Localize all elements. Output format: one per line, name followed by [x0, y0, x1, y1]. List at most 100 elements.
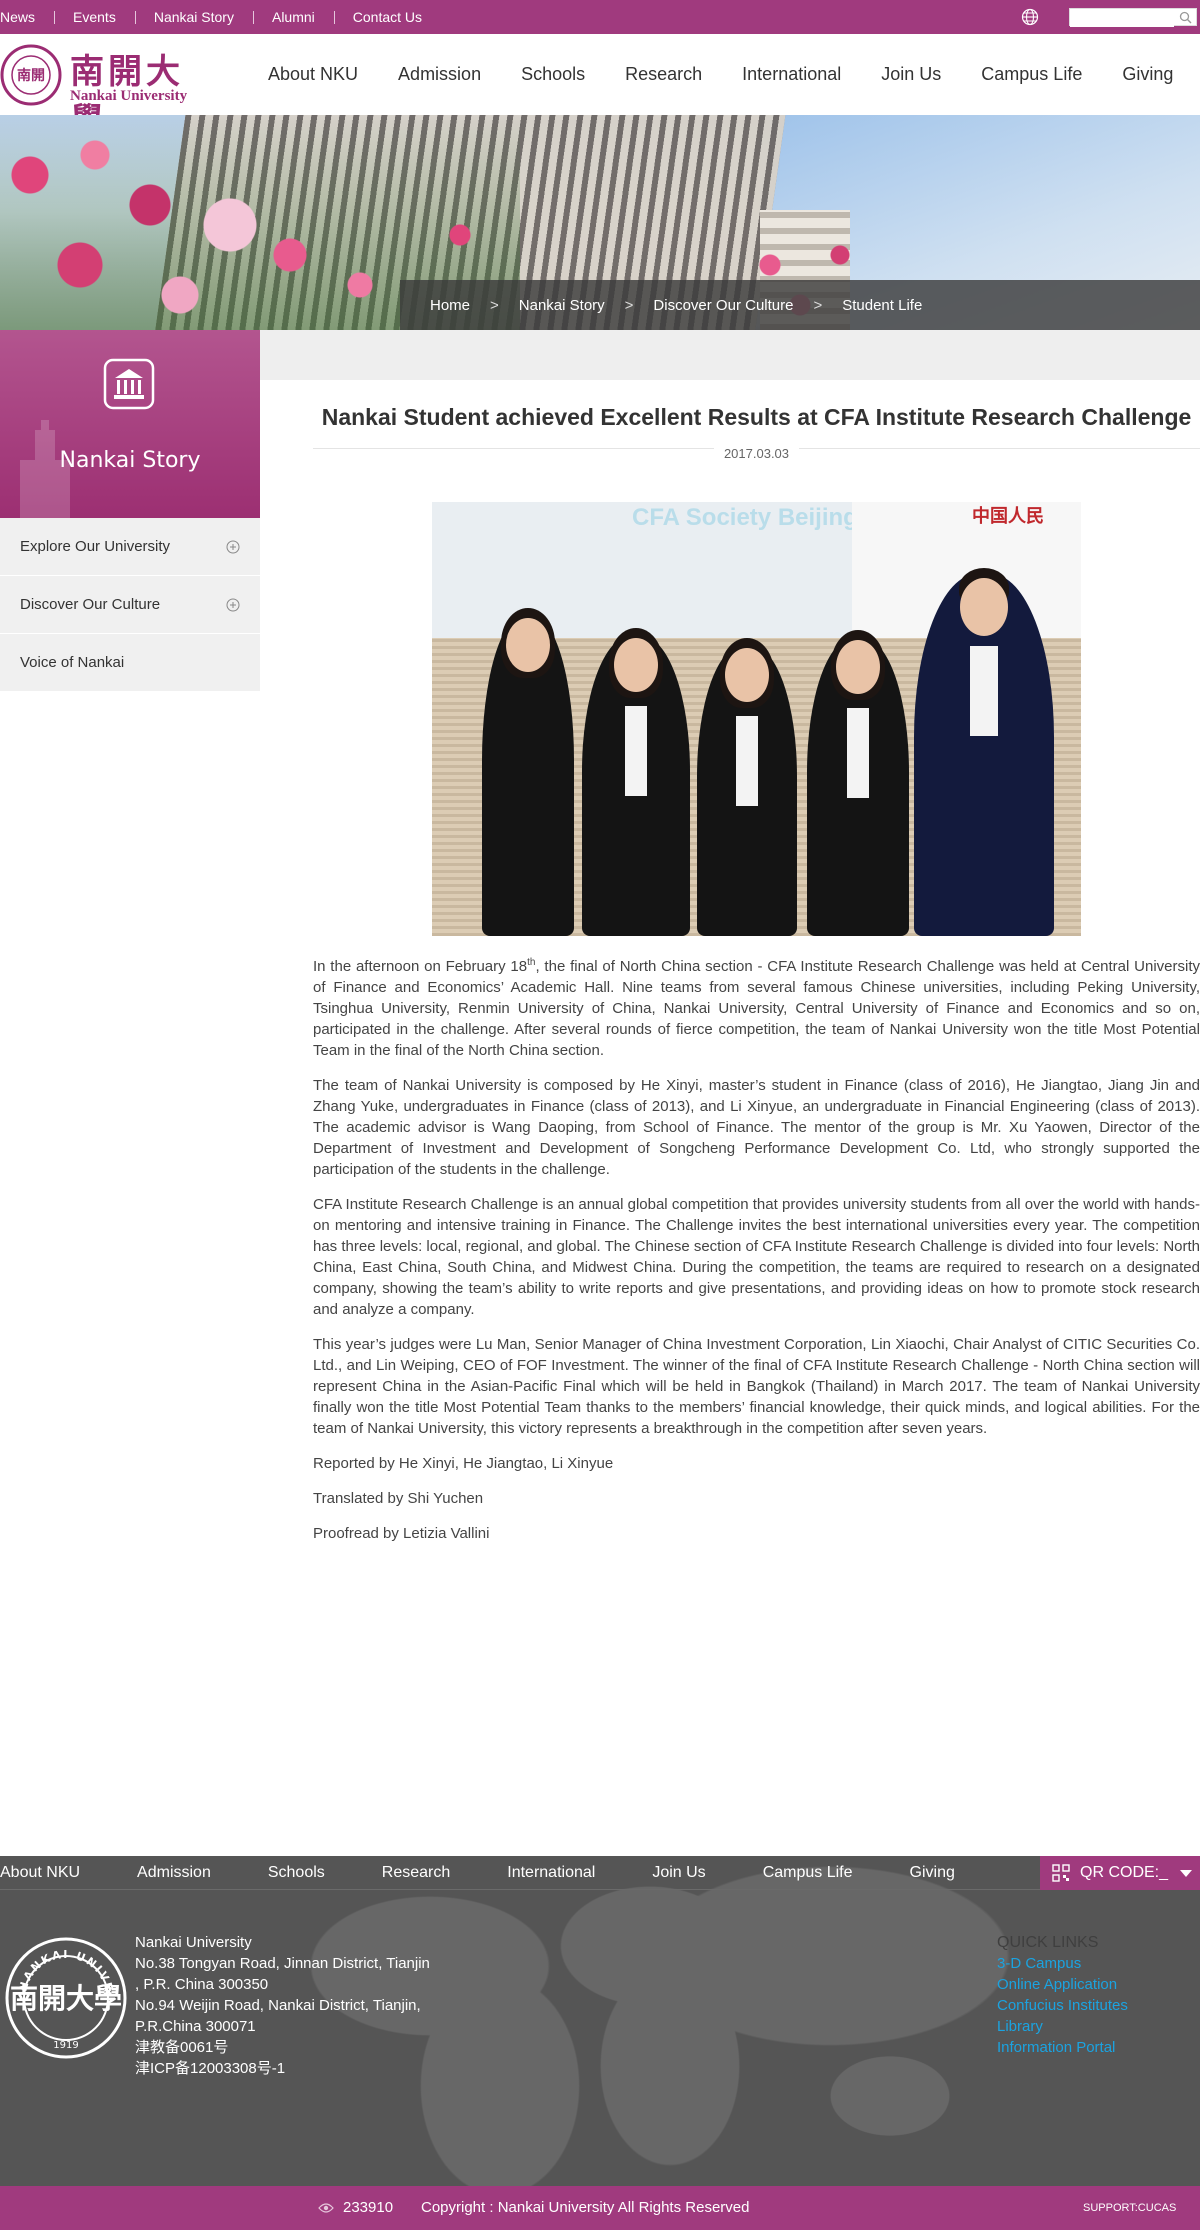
article-proofread-by: Proofread by Letizia Vallini [313, 1525, 490, 1542]
breadcrumb: Home > Nankai Story > Discover Our Cultu… [400, 280, 1200, 330]
sidebar-header: Nankai Story [0, 330, 260, 518]
utility-link-alumni[interactable]: Alumni [252, 9, 334, 25]
utility-link-contact-us[interactable]: Contact Us [333, 9, 441, 25]
breadcrumb-separator: > [813, 296, 823, 314]
sidebar-item-label: Voice of Nankai [20, 654, 125, 671]
visit-counter: 233910 [343, 2199, 394, 2216]
footer-nav-join-us[interactable]: Join Us [652, 1864, 705, 1882]
quick-links: QUICK LINKS 3-D Campus Online Applicatio… [997, 1932, 1197, 2058]
utility-link-events[interactable]: Events [54, 9, 135, 25]
globe-icon[interactable] [1021, 8, 1039, 26]
article-photo: CFA Society Beijing 中国人民 [432, 502, 1081, 936]
sidebar-item-discover-our-culture[interactable]: Discover Our Culture [0, 576, 260, 634]
paragraph-text: In the afternoon on February 18 [313, 958, 528, 975]
photo-person-3 [697, 638, 797, 936]
eye-icon [318, 2203, 334, 2213]
nav-schools[interactable]: Schools [521, 64, 585, 85]
content-top-bar [260, 330, 1200, 380]
qr-code-label: QR CODE:_ [1080, 1864, 1169, 1881]
temple-icon [103, 358, 155, 410]
address-line: P.R.China 300071 [135, 2018, 256, 2035]
article-date: 2017.03.03 [313, 446, 1200, 461]
footer-nav-campus-life[interactable]: Campus Life [763, 1864, 853, 1882]
article-paragraph-4: This year’s judges were Lu Man, Senior M… [313, 1336, 1200, 1437]
address-line: No.38 Tongyan Road, Jinnan District, Tia… [135, 1955, 430, 1972]
breadcrumb-nankai-story[interactable]: Nankai Story [519, 297, 605, 314]
person-head [960, 578, 1008, 636]
address-line[interactable]: 津ICP备12003308号-1 [135, 2058, 475, 2079]
quick-links-title: QUICK LINKS [997, 1934, 1099, 1951]
sidebar-item-label: Discover Our Culture [20, 596, 161, 613]
footer-nav-research[interactable]: Research [382, 1864, 450, 1882]
search-box [1069, 8, 1197, 27]
search-input[interactable] [1070, 11, 1174, 27]
university-seal-icon: NANKAI UNIVERSITY 南開大學 1919 [4, 1936, 127, 2059]
utility-link-news[interactable]: News [0, 9, 54, 25]
photo-backdrop-text: CFA Society Beijing [632, 504, 858, 531]
university-logo[interactable]: 南開 南開大學 Nankai University [0, 44, 210, 141]
sidebar-item-voice-of-nankai[interactable]: Voice of Nankai [0, 634, 260, 692]
svg-text:南開: 南開 [17, 67, 45, 84]
svg-text:1919: 1919 [53, 2040, 78, 2051]
nav-research[interactable]: Research [625, 64, 702, 85]
article-paragraph-3: CFA Institute Research Challenge is an a… [313, 1196, 1200, 1318]
breadcrumb-separator: > [624, 296, 634, 314]
main-navigation: About NKU Admission Schools Research Int… [268, 34, 1200, 115]
nav-international[interactable]: International [742, 64, 841, 85]
nav-giving[interactable]: Giving [1122, 64, 1173, 85]
person-head [614, 638, 658, 692]
breadcrumb-separator: > [490, 296, 499, 314]
quick-link-online-application[interactable]: Online Application [997, 1974, 1197, 1995]
nav-admission[interactable]: Admission [398, 64, 481, 85]
plus-circle-icon[interactable] [226, 598, 240, 612]
address-line[interactable]: 津教备0061号 [135, 2037, 475, 2058]
quick-link-information-portal[interactable]: Information Portal [997, 2037, 1197, 2058]
nav-about-nku[interactable]: About NKU [268, 64, 358, 85]
article-translated-by: Translated by Shi Yuchen [313, 1490, 484, 1507]
person-shirt [847, 708, 869, 798]
footer-nav-giving[interactable]: Giving [910, 1864, 955, 1882]
nav-join-us[interactable]: Join Us [881, 64, 941, 85]
article-title: Nankai Student achieved Excellent Result… [321, 404, 1192, 430]
breadcrumb-discover-our-culture[interactable]: Discover Our Culture [653, 297, 793, 314]
breadcrumb-home[interactable]: Home [430, 297, 470, 314]
plus-circle-icon[interactable] [226, 540, 240, 554]
sidebar-title: Nankai Story [59, 448, 201, 473]
utility-links: News Events Nankai Story Alumni Contact … [0, 0, 441, 34]
quick-link-library[interactable]: Library [997, 2016, 1197, 2037]
copyright-bar: 233910 Copyright : Nankai University All… [0, 2186, 1200, 2230]
logo-english-name: Nankai University [70, 88, 188, 104]
footer-nav-international[interactable]: International [507, 1864, 595, 1882]
footer-nav-about-nku[interactable]: About NKU [0, 1864, 80, 1882]
person-shirt [736, 716, 758, 806]
site-footer: About NKU Admission Schools Research Int… [0, 1856, 1200, 2186]
article-header: Nankai Student achieved Excellent Result… [313, 400, 1200, 449]
qr-code-icon [1052, 1864, 1070, 1882]
footer-nav-schools[interactable]: Schools [268, 1864, 325, 1882]
person-head [506, 618, 550, 672]
qr-code-toggle[interactable]: QR CODE:_ [1040, 1856, 1200, 1890]
search-icon[interactable] [1179, 11, 1192, 24]
address-line: Nankai University [135, 1934, 252, 1951]
person-shirt [970, 646, 998, 736]
quick-link-confucius-institutes[interactable]: Confucius Institutes [997, 1995, 1197, 2016]
quick-link-3d-campus[interactable]: 3-D Campus [997, 1953, 1197, 1974]
article-paragraph-1: In the afternoon on February 18th, the f… [313, 952, 1200, 1061]
caret-down-icon [1180, 1870, 1192, 1877]
footer-nav-admission[interactable]: Admission [137, 1864, 211, 1882]
address-line: , P.R. China 300350 [135, 1976, 269, 1993]
footer-navigation: About NKU Admission Schools Research Int… [0, 1856, 1040, 1890]
support-link[interactable]: SUPPORT:CUCAS [1083, 2202, 1176, 2214]
footer-address: Nankai University No.38 Tongyan Road, Ji… [135, 1932, 475, 2079]
photo-person-2 [582, 628, 690, 936]
sidebar-item-explore-our-university[interactable]: Explore Our University [0, 518, 260, 576]
person-shirt [625, 706, 647, 796]
copyright-text: Copyright : Nankai University All Rights… [421, 2199, 750, 2216]
sidebar-item-label: Explore Our University [20, 538, 171, 555]
photo-person-4 [807, 630, 909, 936]
utility-link-nankai-story[interactable]: Nankai Story [134, 9, 253, 25]
nav-campus-life[interactable]: Campus Life [981, 64, 1082, 85]
university-seal-icon: 南開 [0, 44, 62, 106]
article-reported-by: Reported by He Xinyi, He Jiangtao, Li Xi… [313, 1455, 614, 1472]
top-utility-bar: News Events Nankai Story Alumni Contact … [0, 0, 1200, 34]
